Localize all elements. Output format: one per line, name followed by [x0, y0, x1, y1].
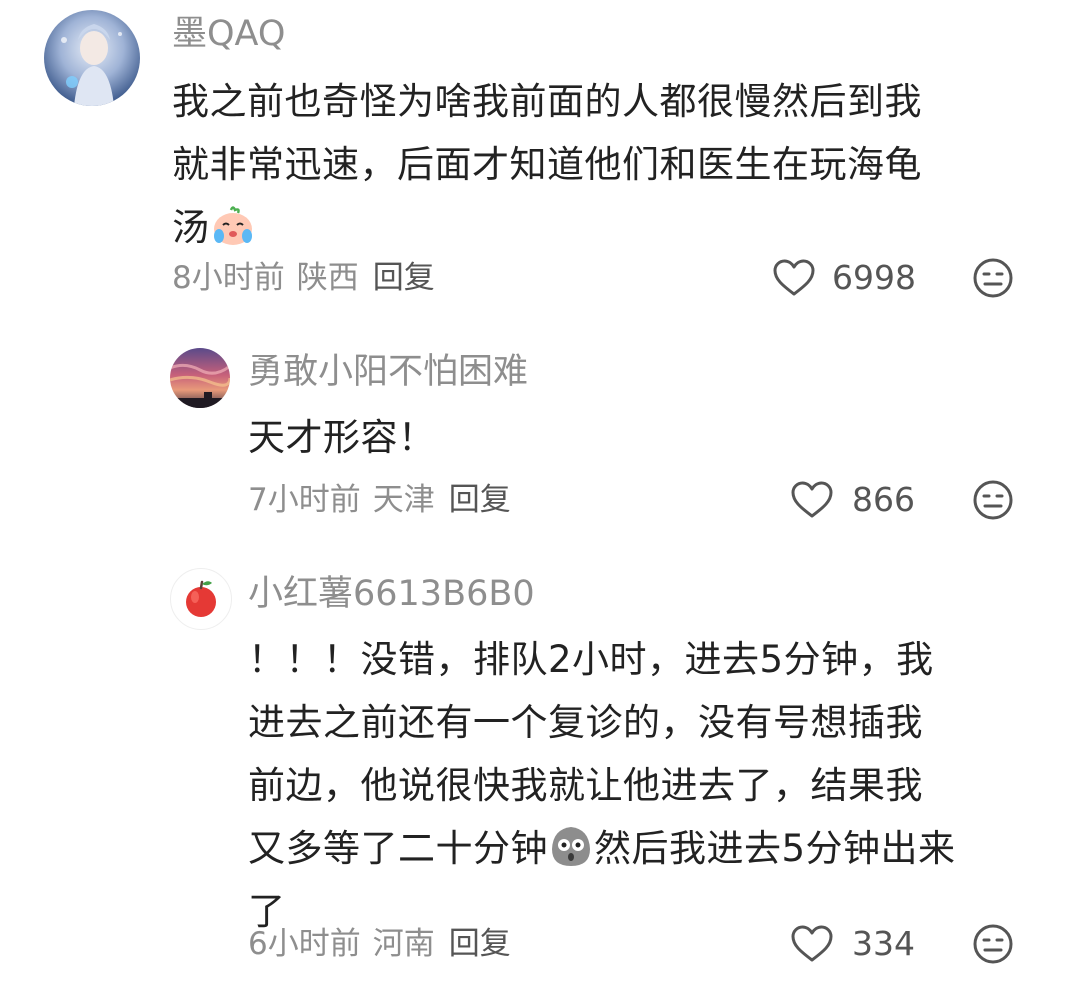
reply-button[interactable]: 回复: [449, 926, 511, 962]
avatar[interactable]: [44, 10, 140, 106]
heart-icon[interactable]: [790, 924, 834, 964]
username[interactable]: 勇敢小阳不怕困难: [248, 352, 528, 392]
location: 河南: [372, 926, 435, 962]
ice-princess-avatar-image: [44, 10, 140, 106]
like-count: 6998: [832, 258, 916, 297]
dislike-face-icon[interactable]: [972, 257, 1014, 299]
dislike-face-icon[interactable]: [972, 479, 1014, 521]
reply-button[interactable]: 回复: [449, 482, 511, 518]
comment-meta: 8小时前 陕西 回复: [172, 258, 435, 298]
comment-item: 墨QAQ 我之前也奇怪为啥我前面的人都很慢然后到我 就非常迅速，后面才知道他们和…: [0, 0, 1078, 330]
comment-meta: 7小时前 天津 回复: [248, 480, 511, 520]
crying-face-emoji: [213, 206, 252, 245]
like-count: 334: [852, 924, 915, 963]
comment-text: 我之前也奇怪为啥我前面的人都很慢然后到我 就非常迅速，后面才知道他们和医生在玩海…: [172, 70, 1052, 259]
comment-text: 天才形容！: [248, 406, 1048, 469]
like-count: 866: [852, 480, 915, 519]
comment-text-part: 我之前也奇怪为啥我前面的人都很慢然后到我 就非常迅速，后面才知道他们和医生在玩海…: [172, 80, 922, 249]
reply-item: 勇敢小阳不怕困难 天才形容！ 7小时前 天津 回复 866: [0, 330, 1078, 550]
comment-meta: 6小时前 河南 回复: [248, 924, 511, 964]
heart-icon[interactable]: [772, 258, 816, 298]
comment-text: ！！！没错，排队2小时，进去5分钟，我 进去之前还有一个复诊的，没有号想插我 前…: [248, 628, 1048, 943]
reply-item: 小红薯6613B6B0 ！！！没错，排队2小时，进去5分钟，我 进去之前还有一个…: [0, 550, 1078, 986]
reply-button[interactable]: 回复: [373, 260, 435, 296]
location: 天津: [372, 482, 435, 518]
apple-avatar-image: [186, 580, 216, 617]
sunset-sky-avatar-image: [170, 348, 230, 408]
timestamp: 7小时前: [248, 482, 361, 518]
username[interactable]: 小红薯6613B6B0: [248, 574, 535, 614]
heart-icon[interactable]: [790, 480, 834, 520]
timestamp: 6小时前: [248, 926, 361, 962]
location: 陕西: [296, 260, 359, 296]
shocked-blob-emoji: [552, 827, 590, 866]
username[interactable]: 墨QAQ: [172, 14, 285, 54]
avatar[interactable]: [170, 568, 232, 630]
timestamp: 8小时前: [172, 260, 285, 296]
comment-text-part: 天才形容！: [248, 416, 436, 459]
dislike-face-icon[interactable]: [972, 923, 1014, 965]
avatar[interactable]: [170, 348, 230, 408]
